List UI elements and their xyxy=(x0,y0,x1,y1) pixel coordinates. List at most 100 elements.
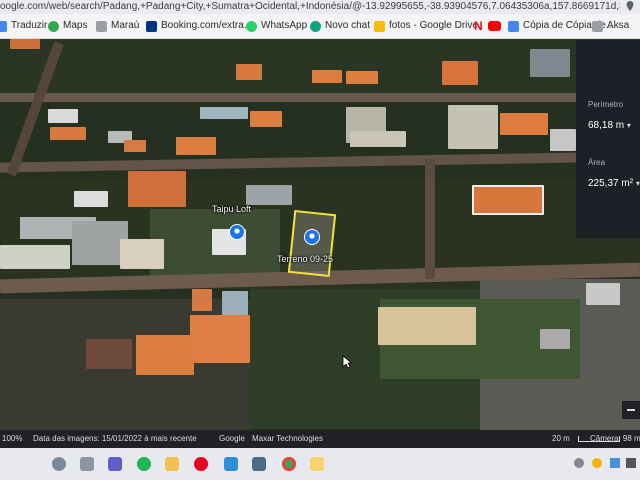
booking-icon xyxy=(146,20,157,32)
bookmark-label: Aksa xyxy=(607,20,630,31)
mouse-cursor-icon xyxy=(342,355,352,369)
norton-icon[interactable] xyxy=(592,458,602,468)
bookmark-label: Maraú xyxy=(111,20,140,31)
provider-name: Google xyxy=(219,434,245,443)
bookmark-traduzir[interactable]: Traduzir xyxy=(0,18,47,34)
bookmark-label: Novo chat xyxy=(325,20,371,31)
house-roof xyxy=(192,289,212,311)
docs-icon xyxy=(508,20,519,32)
house-roof xyxy=(378,307,476,345)
bookmark-marau[interactable]: Maraú xyxy=(96,18,139,34)
house-roof xyxy=(222,291,248,315)
whatsapp-icon xyxy=(246,20,257,32)
page-icon xyxy=(592,20,603,32)
perimeter-label: Perímetro xyxy=(588,100,624,109)
house-roof xyxy=(312,70,342,83)
netflix-bookmark[interactable]: N xyxy=(474,18,483,34)
maps-icon xyxy=(48,20,59,32)
house-roof xyxy=(448,105,498,149)
camera-altitude: Câmera: 98 m xyxy=(590,434,640,443)
pool-area xyxy=(0,245,70,269)
map-status-bar: 100% Data das imagens: 15/01/2022 à mais… xyxy=(0,430,640,448)
house-roof xyxy=(200,107,248,119)
bookmarks-bar: Traduzir Maps Maraú Booking.com/extra...… xyxy=(0,14,640,39)
bookmark-google-drive[interactable]: fotos - Google Drive xyxy=(374,18,478,34)
satellite-map[interactable]: Taipu Loft Terreno 09-25 xyxy=(0,39,640,430)
road xyxy=(0,151,640,173)
wifi-icon[interactable] xyxy=(610,458,620,468)
house-roof xyxy=(346,71,378,84)
drive-icon xyxy=(374,20,385,32)
scale-label: 20 m xyxy=(552,434,570,443)
house-roof xyxy=(176,137,216,155)
measure-panel: Perímetro 68,18 m ▾ Área 225,37 m² ▾ xyxy=(576,40,640,238)
bookmark-label: Maps xyxy=(63,20,88,31)
location-pin-icon[interactable] xyxy=(229,224,245,240)
chat-icon xyxy=(310,20,321,32)
perimeter-value[interactable]: 68,18 m ▾ xyxy=(588,120,631,131)
notes-icon[interactable] xyxy=(310,457,324,471)
house-roof xyxy=(550,129,576,151)
house-roof xyxy=(136,335,194,375)
house-roof xyxy=(586,283,620,305)
area-value-text: 225,37 m² xyxy=(588,178,634,189)
file-explorer-icon[interactable] xyxy=(165,457,179,471)
youtube-bookmark[interactable] xyxy=(488,18,501,34)
zoom-level: 100% xyxy=(2,434,23,443)
house-roof xyxy=(190,315,250,363)
notification-icon[interactable] xyxy=(574,458,584,468)
area-label: Área xyxy=(588,158,605,167)
location-pin-icon[interactable] xyxy=(626,1,634,11)
search-icon[interactable] xyxy=(52,457,66,471)
parcel-label[interactable]: Terreno 09-25 xyxy=(277,254,333,264)
translate-icon xyxy=(0,20,7,32)
house-roof xyxy=(500,113,548,135)
house-roof xyxy=(236,64,262,80)
house-roof xyxy=(250,111,282,127)
task-view-icon[interactable] xyxy=(80,457,94,471)
road xyxy=(0,93,640,102)
house-roof xyxy=(74,191,108,207)
teams-icon[interactable] xyxy=(108,457,122,471)
chevron-down-icon: ▾ xyxy=(635,179,640,188)
netflix-icon: N xyxy=(474,19,483,33)
road xyxy=(425,159,435,279)
location-pin-icon[interactable] xyxy=(304,229,320,245)
house-roof xyxy=(246,185,292,205)
house-roof xyxy=(530,49,570,77)
bookmark-akesa[interactable]: Aksa xyxy=(592,18,629,34)
bookmark-label: WhatsApp xyxy=(261,20,308,31)
bookmark-novo-chat[interactable]: Novo chat xyxy=(310,18,370,34)
house-roof xyxy=(48,109,78,123)
address-bar[interactable]: oogle.com/web/search/Padang,+Padang+City… xyxy=(0,0,640,14)
page-icon xyxy=(96,20,107,32)
house-roof xyxy=(124,140,146,152)
zoom-out-button[interactable] xyxy=(622,401,640,419)
place-label[interactable]: Taipu Loft xyxy=(212,204,251,214)
bookmark-whatsapp[interactable]: WhatsApp xyxy=(246,18,307,34)
bookmark-label: Booking.com/extra... xyxy=(161,20,253,31)
chrome-icon[interactable] xyxy=(282,457,296,471)
calculator-icon[interactable] xyxy=(252,457,266,471)
bookmark-booking[interactable]: Booking.com/extra... xyxy=(146,18,252,34)
minus-icon xyxy=(627,409,635,411)
area-value[interactable]: 225,37 m² ▾ xyxy=(588,178,640,189)
spotify-icon[interactable] xyxy=(137,457,151,471)
url-text[interactable]: oogle.com/web/search/Padang,+Padang+City… xyxy=(0,0,620,14)
bookmark-label: Traduzir xyxy=(11,20,48,31)
bookmark-maps[interactable]: Maps xyxy=(48,18,87,34)
house-roof xyxy=(442,61,478,85)
imagery-credit[interactable]: Maxar Technologies xyxy=(252,430,323,448)
house-roof xyxy=(10,39,40,49)
pinterest-icon[interactable] xyxy=(194,457,208,471)
house-roof xyxy=(128,171,186,207)
volume-icon[interactable] xyxy=(626,458,636,468)
house-roof xyxy=(350,131,406,147)
house-roof xyxy=(50,127,86,140)
house-roof xyxy=(86,339,132,369)
taskbar xyxy=(0,448,640,480)
house-roof xyxy=(540,329,570,349)
imagery-date: Data das imagens: 15/01/2022 à mais rece… xyxy=(33,434,197,443)
bookmark-label: fotos - Google Drive xyxy=(389,20,478,31)
mail-icon[interactable] xyxy=(224,457,238,471)
